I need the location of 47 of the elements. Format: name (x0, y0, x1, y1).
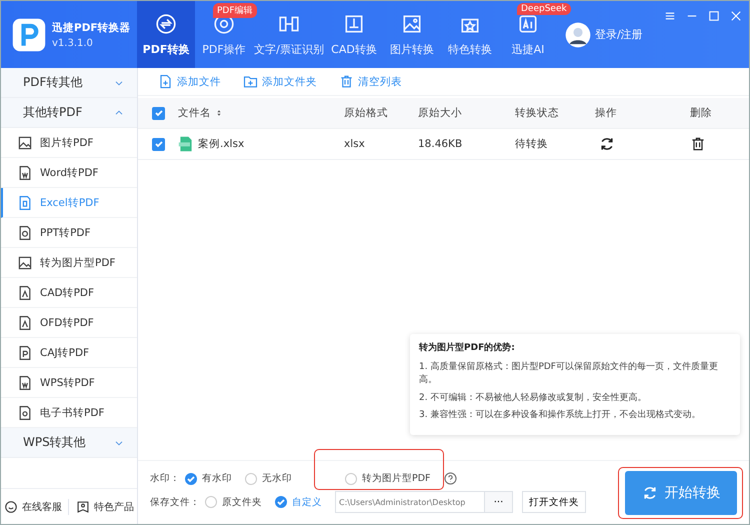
badge: DeepSeek (517, 3, 571, 15)
column-header: 删除 (690, 106, 712, 120)
version-label: v1.3.1.0 (52, 38, 94, 48)
nav-tab[interactable]: CAD转换 (325, 1, 383, 68)
table-cell: 待转换 (515, 137, 548, 151)
sidebar-item[interactable]: OFD转PDF (1, 308, 137, 338)
sidebar-group[interactable]: PDF转其他 (1, 68, 137, 98)
column-header: 原始格式 (344, 106, 388, 120)
browse-button[interactable]: ··· (485, 491, 513, 513)
option-label: 水印： (150, 472, 180, 485)
sidebar-item[interactable]: Word转PDF (1, 158, 137, 188)
login-link[interactable]: 登录/注册 (595, 27, 643, 42)
footer-link[interactable]: 在线客服 (4, 500, 62, 514)
sidebar-item[interactable]: 转为图片型PDF (1, 248, 137, 278)
nav-tab[interactable]: 迅捷AI (499, 17, 557, 68)
nav-tab[interactable]: PDF转换 (137, 1, 195, 68)
path-field[interactable]: C:\Users\Administrator\Desktop (335, 491, 485, 513)
option-label: 无水印 (262, 472, 292, 485)
tooltip-text: 2. 不可编辑：不易被他人轻易修改或复制，安全性更高。 (419, 392, 648, 404)
sidebar-item[interactable]: CAD转PDF (1, 278, 137, 308)
tooltip-text: 1. 高质量保留原格式：图片型PDF可以保留原始文件的每一页，文件质量更高。 (419, 360, 719, 387)
column-header: 操作 (595, 106, 617, 120)
tooltip-title: 转为图片型PDF的优势: (419, 342, 516, 355)
sidebar-item[interactable]: PPT转PDF (1, 218, 137, 248)
option-label: 保存文件： (150, 496, 200, 508)
nav-tab[interactable]: 特色转换 (441, 1, 499, 68)
sidebar-group[interactable]: 其他转PDF (1, 98, 137, 128)
column-header: 转换状态 (515, 106, 559, 120)
nav-tab[interactable]: 图片转换 (383, 1, 441, 68)
option-label: 原文件夹 (222, 496, 262, 508)
option-label: 自定义 (292, 496, 322, 508)
option-label: 转为图片型PDF (362, 472, 431, 485)
table-cell: 18.46KB (418, 138, 462, 150)
sidebar-group[interactable]: WPS转其他 (1, 428, 137, 458)
column-header[interactable]: 文件名 (178, 106, 211, 120)
app-title: 迅捷PDF转换器 (52, 20, 131, 34)
option-label: 有水印 (202, 472, 232, 485)
sidebar-item[interactable]: WPS转PDF (1, 368, 137, 398)
tooltip-text: 3. 兼容性强：可以在多种设备和操作系统上打开，不会出现格式变动。 (419, 409, 702, 422)
sidebar-item[interactable]: CAJ转PDF (1, 338, 137, 368)
table-cell: xlsx (344, 138, 365, 150)
file-name: 案例.xlsx (198, 137, 244, 151)
open-folder-button[interactable]: 打开文件夹 (522, 491, 586, 513)
column-header: 原始大小 (418, 106, 462, 120)
footer-link[interactable]: 特色产品 (76, 500, 134, 514)
badge: PDF编辑 (213, 3, 257, 18)
sidebar-item[interactable]: 图片转PDF (1, 128, 137, 158)
